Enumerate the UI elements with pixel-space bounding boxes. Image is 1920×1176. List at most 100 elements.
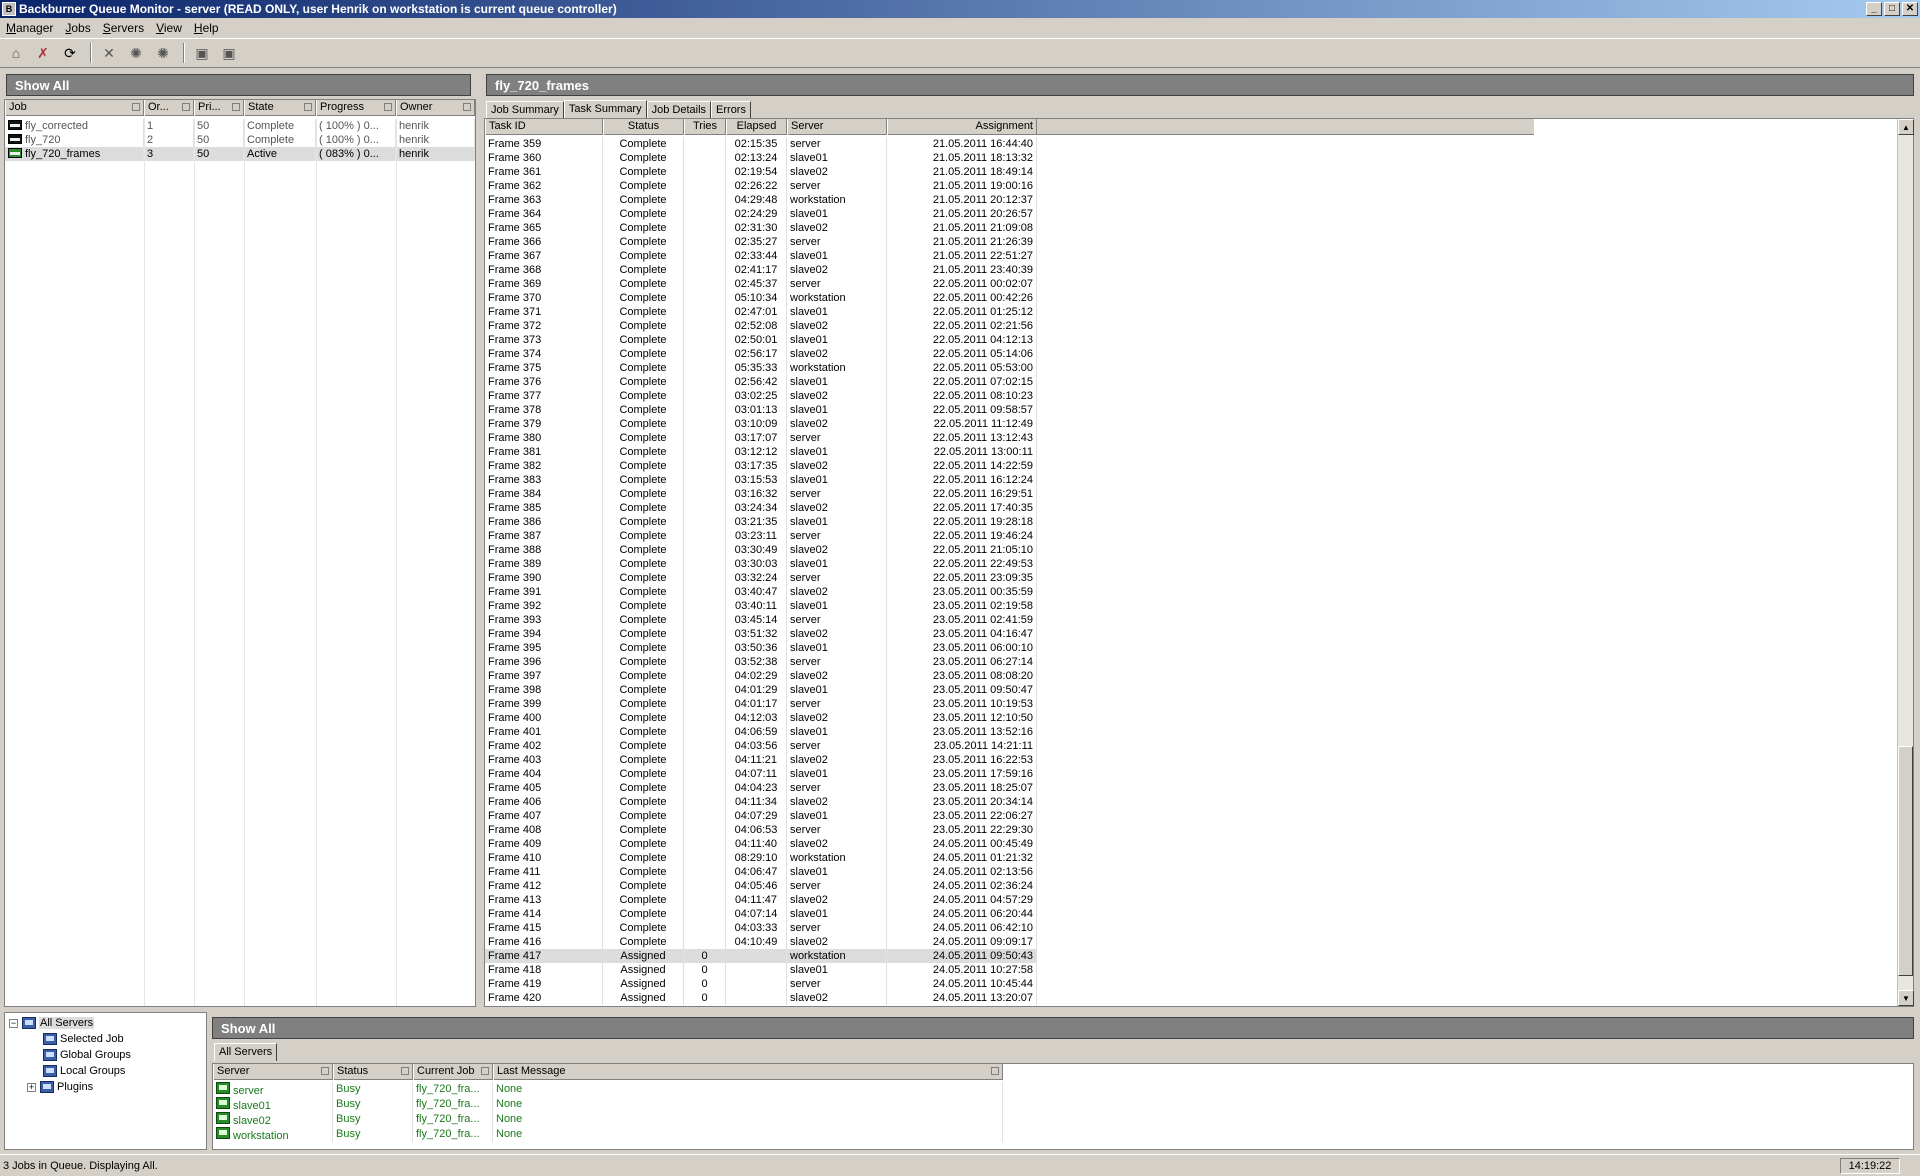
- column-header[interactable]: Task ID: [485, 119, 603, 135]
- menu-help[interactable]: Help: [188, 21, 225, 35]
- table-row[interactable]: Frame 411 Complete 04:06:47 slave01 24.05.20…: [485, 865, 1037, 879]
- table-row[interactable]: Frame 407 Complete 04:07:29 slave01 23.05.20…: [485, 809, 1037, 823]
- refresh-icon[interactable]: ⟳: [58, 42, 82, 64]
- table-row[interactable]: Frame 381 Complete 03:12:12 slave01 22.05.20…: [485, 445, 1037, 459]
- table-row[interactable]: Frame 405 Complete 04:04:23 server 23.05.201…: [485, 781, 1037, 795]
- table-row[interactable]: Frame 410 Complete 08:29:10 workstation 24.0…: [485, 851, 1037, 865]
- table-row[interactable]: Frame 385 Complete 03:24:34 slave02 22.05.20…: [485, 501, 1037, 515]
- sort-icon[interactable]: [384, 103, 392, 111]
- table-row[interactable]: Frame 416 Complete 04:10:49 slave02 24.05.20…: [485, 935, 1037, 949]
- table-row[interactable]: Frame 396 Complete 03:52:38 server 23.05.201…: [485, 655, 1037, 669]
- table-row[interactable]: Frame 390 Complete 03:32:24 server 22.05.201…: [485, 571, 1037, 585]
- table-row[interactable]: server Busy fly_720_fra... None: [213, 1082, 1003, 1097]
- column-header[interactable]: Tries: [684, 119, 726, 135]
- minimize-button[interactable]: _: [1866, 2, 1882, 16]
- column-header[interactable]: Last Message: [493, 1064, 1003, 1080]
- table-row[interactable]: Frame 391 Complete 03:40:47 slave02 23.05.20…: [485, 585, 1037, 599]
- table-row[interactable]: Frame 393 Complete 03:45:14 server 23.05.201…: [485, 613, 1037, 627]
- tab-job-details[interactable]: Job Details: [646, 101, 712, 118]
- column-header[interactable]: Pri...: [194, 100, 244, 116]
- table-row[interactable]: Frame 402 Complete 04:03:56 server 23.05.201…: [485, 739, 1037, 753]
- table-row[interactable]: Frame 375 Complete 05:35:33 workstation 22.0…: [485, 361, 1037, 375]
- table-row[interactable]: Frame 379 Complete 03:10:09 slave02 22.05.20…: [485, 417, 1037, 431]
- tree-item-local-groups[interactable]: Local Groups: [43, 1063, 125, 1079]
- table-row[interactable]: Frame 384 Complete 03:16:32 server 22.05.201…: [485, 487, 1037, 501]
- column-header[interactable]: Current Job: [413, 1064, 493, 1080]
- sort-icon[interactable]: [182, 103, 190, 111]
- table-row[interactable]: Frame 377 Complete 03:02:25 slave02 22.05.20…: [485, 389, 1037, 403]
- column-header[interactable]: State: [244, 100, 316, 116]
- table-row[interactable]: Frame 409 Complete 04:11:40 slave02 24.05.20…: [485, 837, 1037, 851]
- table-row[interactable]: Frame 361 Complete 02:19:54 slave02 21.05.20…: [485, 165, 1037, 179]
- table-row[interactable]: Frame 360 Complete 02:13:24 slave01 21.05.20…: [485, 151, 1037, 165]
- table-row[interactable]: slave01 Busy fly_720_fra... None: [213, 1097, 1003, 1112]
- table-row[interactable]: Frame 397 Complete 04:02:29 slave02 23.05.20…: [485, 669, 1037, 683]
- table-row[interactable]: Frame 365 Complete 02:31:30 slave02 21.05.20…: [485, 221, 1037, 235]
- bug-icon[interactable]: ✺: [124, 42, 148, 64]
- tab-task-summary[interactable]: Task Summary: [563, 100, 647, 118]
- table-row[interactable]: workstation Busy fly_720_fra... None: [213, 1127, 1003, 1142]
- table-row[interactable]: Frame 369 Complete 02:45:37 server 22.05.201…: [485, 277, 1037, 291]
- column-header[interactable]: Or...: [144, 100, 194, 116]
- table-row[interactable]: Frame 380 Complete 03:17:07 server 22.05.201…: [485, 431, 1037, 445]
- tab-all-servers[interactable]: All Servers: [214, 1043, 278, 1061]
- table-row[interactable]: Frame 399 Complete 04:01:17 server 23.05.201…: [485, 697, 1037, 711]
- table-row[interactable]: slave02 Busy fly_720_fra... None: [213, 1112, 1003, 1127]
- table-row[interactable]: Frame 362 Complete 02:26:22 server 21.05.201…: [485, 179, 1037, 193]
- table-row[interactable]: Frame 388 Complete 03:30:49 slave02 22.05.20…: [485, 543, 1037, 557]
- monitor-icon[interactable]: ▣: [190, 42, 214, 64]
- bug-icon[interactable]: ✺: [151, 42, 175, 64]
- table-row[interactable]: Frame 371 Complete 02:47:01 slave01 22.05.20…: [485, 305, 1037, 319]
- table-row[interactable]: Frame 383 Complete 03:15:53 slave01 22.05.20…: [485, 473, 1037, 487]
- sort-icon[interactable]: [304, 103, 312, 111]
- table-row[interactable]: Frame 368 Complete 02:41:17 slave02 21.05.20…: [485, 263, 1037, 277]
- table-row[interactable]: Frame 420 Assigned 0 slave02 24.05.2011 13:2…: [485, 991, 1037, 1005]
- table-row[interactable]: Frame 376 Complete 02:56:42 slave01 22.05.20…: [485, 375, 1037, 389]
- sort-icon[interactable]: [481, 1067, 489, 1075]
- collapse-icon[interactable]: −: [9, 1018, 18, 1028]
- menu-servers[interactable]: Servers: [97, 21, 150, 35]
- column-header[interactable]: Progress: [316, 100, 396, 116]
- tree-item-plugins[interactable]: + Plugins: [27, 1079, 93, 1095]
- table-row[interactable]: fly_720_frames 3 50 Active ( 083% ) 0... henr…: [5, 147, 475, 161]
- table-row[interactable]: Frame 418 Assigned 0 slave01 24.05.2011 10:2…: [485, 963, 1037, 977]
- table-row[interactable]: Frame 392 Complete 03:40:11 slave01 23.05.20…: [485, 599, 1037, 613]
- scroll-down-icon[interactable]: ▼: [1898, 990, 1914, 1006]
- table-row[interactable]: Frame 406 Complete 04:11:34 slave02 23.05.20…: [485, 795, 1037, 809]
- column-header[interactable]: Job: [5, 100, 144, 116]
- column-header[interactable]: Assignment: [887, 119, 1037, 135]
- close-button[interactable]: ✕: [1902, 2, 1918, 16]
- table-row[interactable]: Frame 373 Complete 02:50:01 slave01 22.05.20…: [485, 333, 1037, 347]
- table-row[interactable]: Frame 389 Complete 03:30:03 slave01 22.05.20…: [485, 557, 1037, 571]
- table-row[interactable]: Frame 400 Complete 04:12:03 slave02 23.05.20…: [485, 711, 1037, 725]
- table-row[interactable]: Frame 382 Complete 03:17:35 slave02 22.05.20…: [485, 459, 1037, 473]
- table-row[interactable]: Frame 370 Complete 05:10:34 workstation 22.0…: [485, 291, 1037, 305]
- backburner-icon[interactable]: B: [2, 2, 16, 16]
- expand-icon[interactable]: +: [27, 1082, 36, 1092]
- table-row[interactable]: Frame 386 Complete 03:21:35 slave01 22.05.20…: [485, 515, 1037, 529]
- menu-jobs[interactable]: Jobs: [59, 21, 96, 35]
- connect-icon[interactable]: ⌂: [4, 42, 28, 64]
- scroll-thumb[interactable]: [1898, 746, 1913, 976]
- table-row[interactable]: Frame 413 Complete 04:11:47 slave02 24.05.20…: [485, 893, 1037, 907]
- tree-item-global-groups[interactable]: Global Groups: [43, 1047, 131, 1063]
- table-row[interactable]: Frame 417 Assigned 0 workstation 24.05.2011 …: [485, 949, 1037, 963]
- column-header[interactable]: Owner: [396, 100, 475, 116]
- table-row[interactable]: Frame 419 Assigned 0 server 24.05.2011 10:45…: [485, 977, 1037, 991]
- column-header[interactable]: Elapsed: [726, 119, 787, 135]
- column-header[interactable]: Server: [213, 1064, 333, 1080]
- column-header[interactable]: Server: [787, 119, 887, 135]
- tab-job-summary[interactable]: Job Summary: [486, 101, 564, 118]
- table-row[interactable]: Frame 367 Complete 02:33:44 slave01 21.05.20…: [485, 249, 1037, 263]
- sort-icon[interactable]: [321, 1067, 329, 1075]
- table-row[interactable]: Frame 374 Complete 02:56:17 slave02 22.05.20…: [485, 347, 1037, 361]
- table-row[interactable]: Frame 395 Complete 03:50:36 slave01 23.05.20…: [485, 641, 1037, 655]
- sort-icon[interactable]: [232, 103, 240, 111]
- table-row[interactable]: Frame 404 Complete 04:07:11 slave01 23.05.20…: [485, 767, 1037, 781]
- table-row[interactable]: Frame 387 Complete 03:23:11 server 22.05.201…: [485, 529, 1037, 543]
- column-header[interactable]: Status: [603, 119, 684, 135]
- table-row[interactable]: fly_corrected 1 50 Complete ( 100% ) 0... hen…: [5, 119, 475, 133]
- table-row[interactable]: Frame 394 Complete 03:51:32 slave02 23.05.20…: [485, 627, 1037, 641]
- table-row[interactable]: Frame 363 Complete 04:29:48 workstation 21.0…: [485, 193, 1037, 207]
- sort-icon[interactable]: [132, 103, 140, 111]
